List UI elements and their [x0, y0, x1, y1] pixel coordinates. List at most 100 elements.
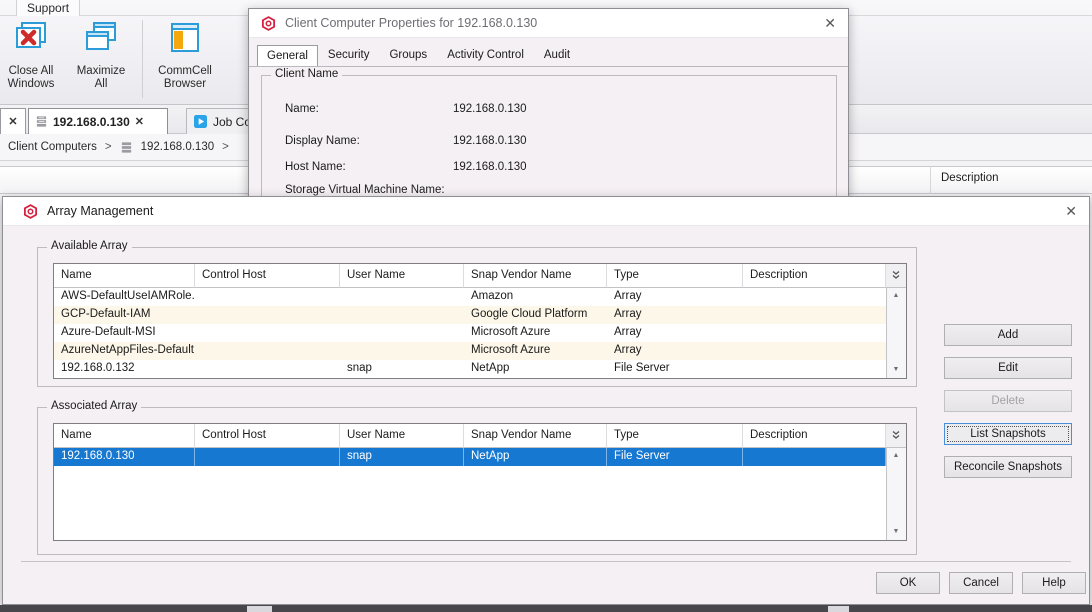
maximize-all-label-2: All: [94, 78, 108, 90]
table-cell: [743, 448, 886, 466]
table-cell: [195, 306, 340, 324]
cancel-button[interactable]: Cancel: [949, 572, 1013, 594]
taskbar-item[interactable]: [247, 606, 272, 612]
table-grid: Name Control Host User Name Snap Vendor Nam…: [54, 424, 886, 540]
column-chooser-button[interactable]: [886, 264, 906, 288]
edit-button[interactable]: Edit: [944, 357, 1072, 379]
close-icon[interactable]: ✕: [824, 15, 836, 32]
name-label: Name:: [285, 103, 319, 115]
table-cell: [195, 342, 340, 360]
dialog-titlebar[interactable]: Array Management ✕: [3, 197, 1089, 226]
table-cell: AWS-DefaultUseIAMRole...: [61, 290, 195, 302]
reconcile-snapshots-button[interactable]: Reconcile Snapshots: [944, 456, 1072, 478]
background-description-column-header[interactable]: Description: [941, 172, 999, 184]
table-cell: NetApp: [464, 448, 607, 466]
application-window: Support Close All Windows Maximize All C…: [0, 0, 1092, 612]
groupbox-legend: Available Array: [47, 240, 132, 252]
table-row[interactable]: GCP-Default-IAM Google Cloud Platform Arra…: [54, 306, 886, 324]
column-header[interactable]: Control Host: [195, 264, 340, 288]
table-cell: 192.168.0.132: [61, 362, 135, 374]
window-tab-label: 192.168.0.130: [53, 114, 130, 129]
array-management-dialog: Array Management ✕ Available Array Name C…: [2, 196, 1090, 605]
server-icon: [120, 141, 133, 154]
groupbox-legend: Associated Array: [47, 400, 142, 412]
taskbar-item[interactable]: [828, 606, 849, 612]
scroll-down-icon[interactable]: ▼: [886, 524, 906, 540]
client-computer-properties-dialog: Client Computer Properties for 192.168.0…: [248, 8, 849, 215]
table-cell: [340, 288, 464, 306]
maximize-all-icon: [83, 20, 119, 65]
close-all-windows-label-2: Windows: [7, 78, 55, 90]
tab-general[interactable]: General: [257, 45, 318, 67]
table-cell: Array: [614, 344, 642, 356]
scroll-up-icon[interactable]: ▲: [886, 288, 906, 304]
window-tab-partial[interactable]: ✕: [0, 108, 26, 134]
scroll-up-icon[interactable]: ▲: [886, 448, 906, 464]
commcell-browser-label-2: Browser: [163, 78, 207, 90]
display-name-value: 192.168.0.130: [453, 135, 527, 147]
table-grid: Name Control Host User Name Snap Vendor Nam…: [54, 264, 886, 378]
help-button[interactable]: Help: [1022, 572, 1086, 594]
commcell-browser-button[interactable]: CommCell Browser: [154, 20, 216, 102]
table-cell: NetApp: [471, 362, 510, 374]
column-header[interactable]: User Name: [340, 264, 464, 288]
column-header[interactable]: Description: [743, 424, 886, 448]
window-tab-active[interactable]: 192.168.0.130 ✕: [28, 108, 168, 134]
close-tab-icon[interactable]: ✕: [135, 115, 144, 128]
display-name-label: Display Name:: [285, 135, 360, 147]
table-cell: [340, 306, 464, 324]
column-header[interactable]: Control Host: [195, 424, 340, 448]
ok-button[interactable]: OK: [876, 572, 940, 594]
scroll-down-icon[interactable]: ▼: [886, 362, 906, 378]
add-button[interactable]: Add: [944, 324, 1072, 346]
dialog-titlebar[interactable]: Client Computer Properties for 192.168.0…: [249, 9, 848, 38]
maximize-all-button[interactable]: Maximize All: [70, 20, 132, 102]
name-value: 192.168.0.130: [453, 103, 527, 115]
table-cell: [743, 288, 886, 306]
table-cell: AzureNetAppFiles-Default...: [61, 344, 195, 356]
table-cell: [743, 306, 886, 324]
column-header[interactable]: Name: [54, 264, 195, 288]
ribbon-tab-support[interactable]: Support: [16, 0, 81, 16]
available-array-table: Name Control Host User Name Snap Vendor Nam…: [53, 263, 907, 379]
table-row[interactable]: Azure-Default-MSI Microsoft Azure Array: [54, 324, 886, 342]
properties-tabstrip: General Security Groups Activity Control…: [257, 44, 840, 67]
close-all-windows-button[interactable]: Close All Windows: [0, 20, 62, 102]
column-header[interactable]: Type: [607, 264, 743, 288]
column-header[interactable]: Description: [743, 264, 886, 288]
tab-audit[interactable]: Audit: [534, 44, 580, 66]
table-row[interactable]: AWS-DefaultUseIAMRole... Amazon Array: [54, 288, 886, 306]
tab-groups[interactable]: Groups: [379, 44, 437, 66]
column-chooser-button[interactable]: [886, 424, 906, 448]
ribbon-separator: [142, 20, 143, 98]
dialog-title: Client Computer Properties for 192.168.0…: [285, 16, 538, 30]
close-icon[interactable]: ✕: [1065, 203, 1077, 220]
table-row[interactable]: AzureNetAppFiles-Default... Microsoft Azu…: [54, 342, 886, 360]
list-snapshots-button[interactable]: List Snapshots: [944, 423, 1072, 445]
table-cell: Array: [614, 308, 642, 320]
tab-security[interactable]: Security: [318, 44, 380, 66]
background-grid-column-divider: [930, 166, 931, 194]
breadcrumb-item-client[interactable]: 192.168.0.130: [141, 141, 215, 153]
breadcrumb-separator: >: [222, 141, 229, 153]
close-tab-icon[interactable]: ✕: [8, 115, 17, 128]
commcell-browser-icon: [167, 20, 203, 65]
breadcrumb-item-client-computers[interactable]: Client Computers: [8, 141, 97, 153]
tab-activity-control[interactable]: Activity Control: [437, 44, 534, 66]
column-header[interactable]: Snap Vendor Name: [464, 424, 607, 448]
table-cell: File Server: [614, 362, 670, 374]
table-cell: GCP-Default-IAM: [61, 308, 151, 320]
delete-button: Delete: [944, 390, 1072, 412]
table-row[interactable]: 192.168.0.132 snap NetApp File Server: [54, 360, 886, 378]
double-chevron-down-icon: [891, 427, 901, 445]
column-header[interactable]: User Name: [340, 424, 464, 448]
column-header[interactable]: Type: [607, 424, 743, 448]
associated-array-table: Name Control Host User Name Snap Vendor Nam…: [53, 423, 907, 541]
table-header-row: Name Control Host User Name Snap Vendor Nam…: [54, 424, 886, 448]
column-header[interactable]: Name: [54, 424, 195, 448]
table-cell: [743, 342, 886, 360]
table-cell: [743, 360, 886, 378]
column-header[interactable]: Snap Vendor Name: [464, 264, 607, 288]
table-cell: Microsoft Azure: [471, 344, 551, 356]
table-row[interactable]: 192.168.0.130 snap NetApp File Server: [54, 448, 886, 466]
